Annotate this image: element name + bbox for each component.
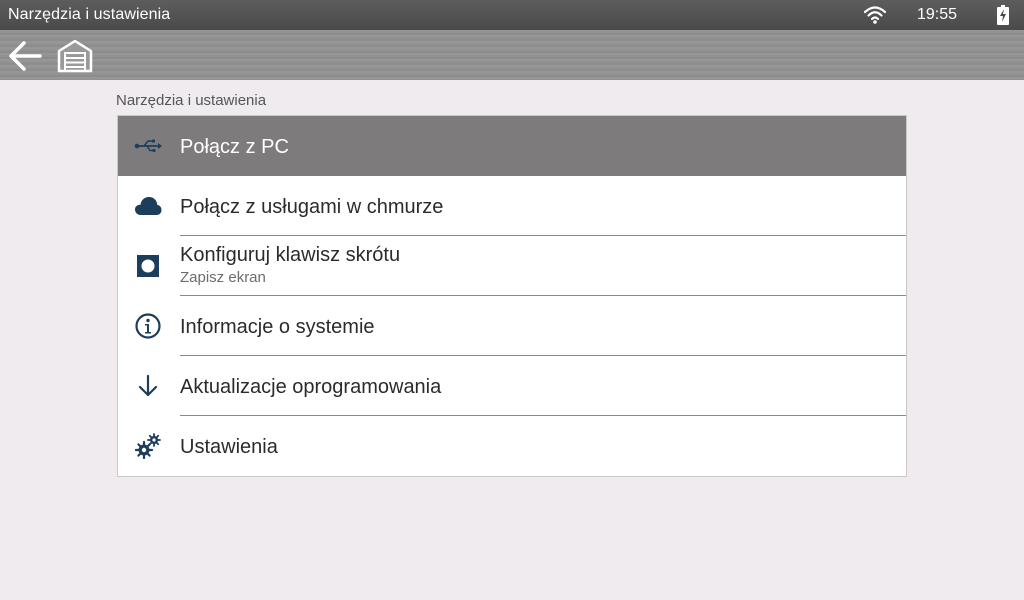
battery-charging-icon <box>997 5 1009 25</box>
usb-icon <box>134 134 162 158</box>
menu-item-label: Konfiguruj klawisz skrótu <box>180 244 401 266</box>
info-icon <box>134 313 162 339</box>
menu-item-settings[interactable]: Ustawienia <box>118 416 906 476</box>
menu-item-label: Połącz z PC <box>180 136 289 158</box>
section-label: Narzędzia i ustawienia <box>116 92 267 109</box>
menu-item-cloud-services[interactable]: Połącz z usługami w chmurze <box>118 176 906 236</box>
menu-item-sublabel: Zapisz ekran <box>180 269 266 286</box>
menu-item-shortcut-key[interactable]: Konfiguruj klawisz skrótu Zapisz ekran <box>118 236 906 296</box>
wifi-icon <box>864 6 886 24</box>
home-button[interactable] <box>56 38 94 74</box>
clock: 19:55 <box>917 6 958 23</box>
menu-item-label: Połącz z usługami w chmurze <box>180 196 444 218</box>
status-bar: Narzędzia i ustawienia 19:55 <box>0 0 1024 30</box>
menu-item-label: Aktualizacje oprogramowania <box>180 376 442 398</box>
shortcut-key-icon <box>134 254 162 278</box>
menu-item-label: Ustawienia <box>180 436 278 458</box>
menu-item-label: Informacje o systemie <box>180 316 375 338</box>
home-garage-icon <box>57 39 93 73</box>
back-button[interactable] <box>6 38 44 74</box>
menu-item-software-updates[interactable]: Aktualizacje oprogramowania <box>118 356 906 416</box>
download-arrow-icon <box>134 374 162 398</box>
back-arrow-icon <box>9 41 42 71</box>
menu-item-connect-pc[interactable]: Połącz z PC <box>118 116 906 176</box>
menu-item-system-info[interactable]: Informacje o systemie <box>118 296 906 356</box>
cloud-icon <box>134 194 162 218</box>
toolbar <box>0 30 1024 80</box>
status-title: Narzędzia i ustawienia <box>8 6 171 23</box>
tools-menu: Połącz z PC Połącz z usługami w chmurze … <box>117 115 907 477</box>
gears-icon <box>134 433 162 459</box>
